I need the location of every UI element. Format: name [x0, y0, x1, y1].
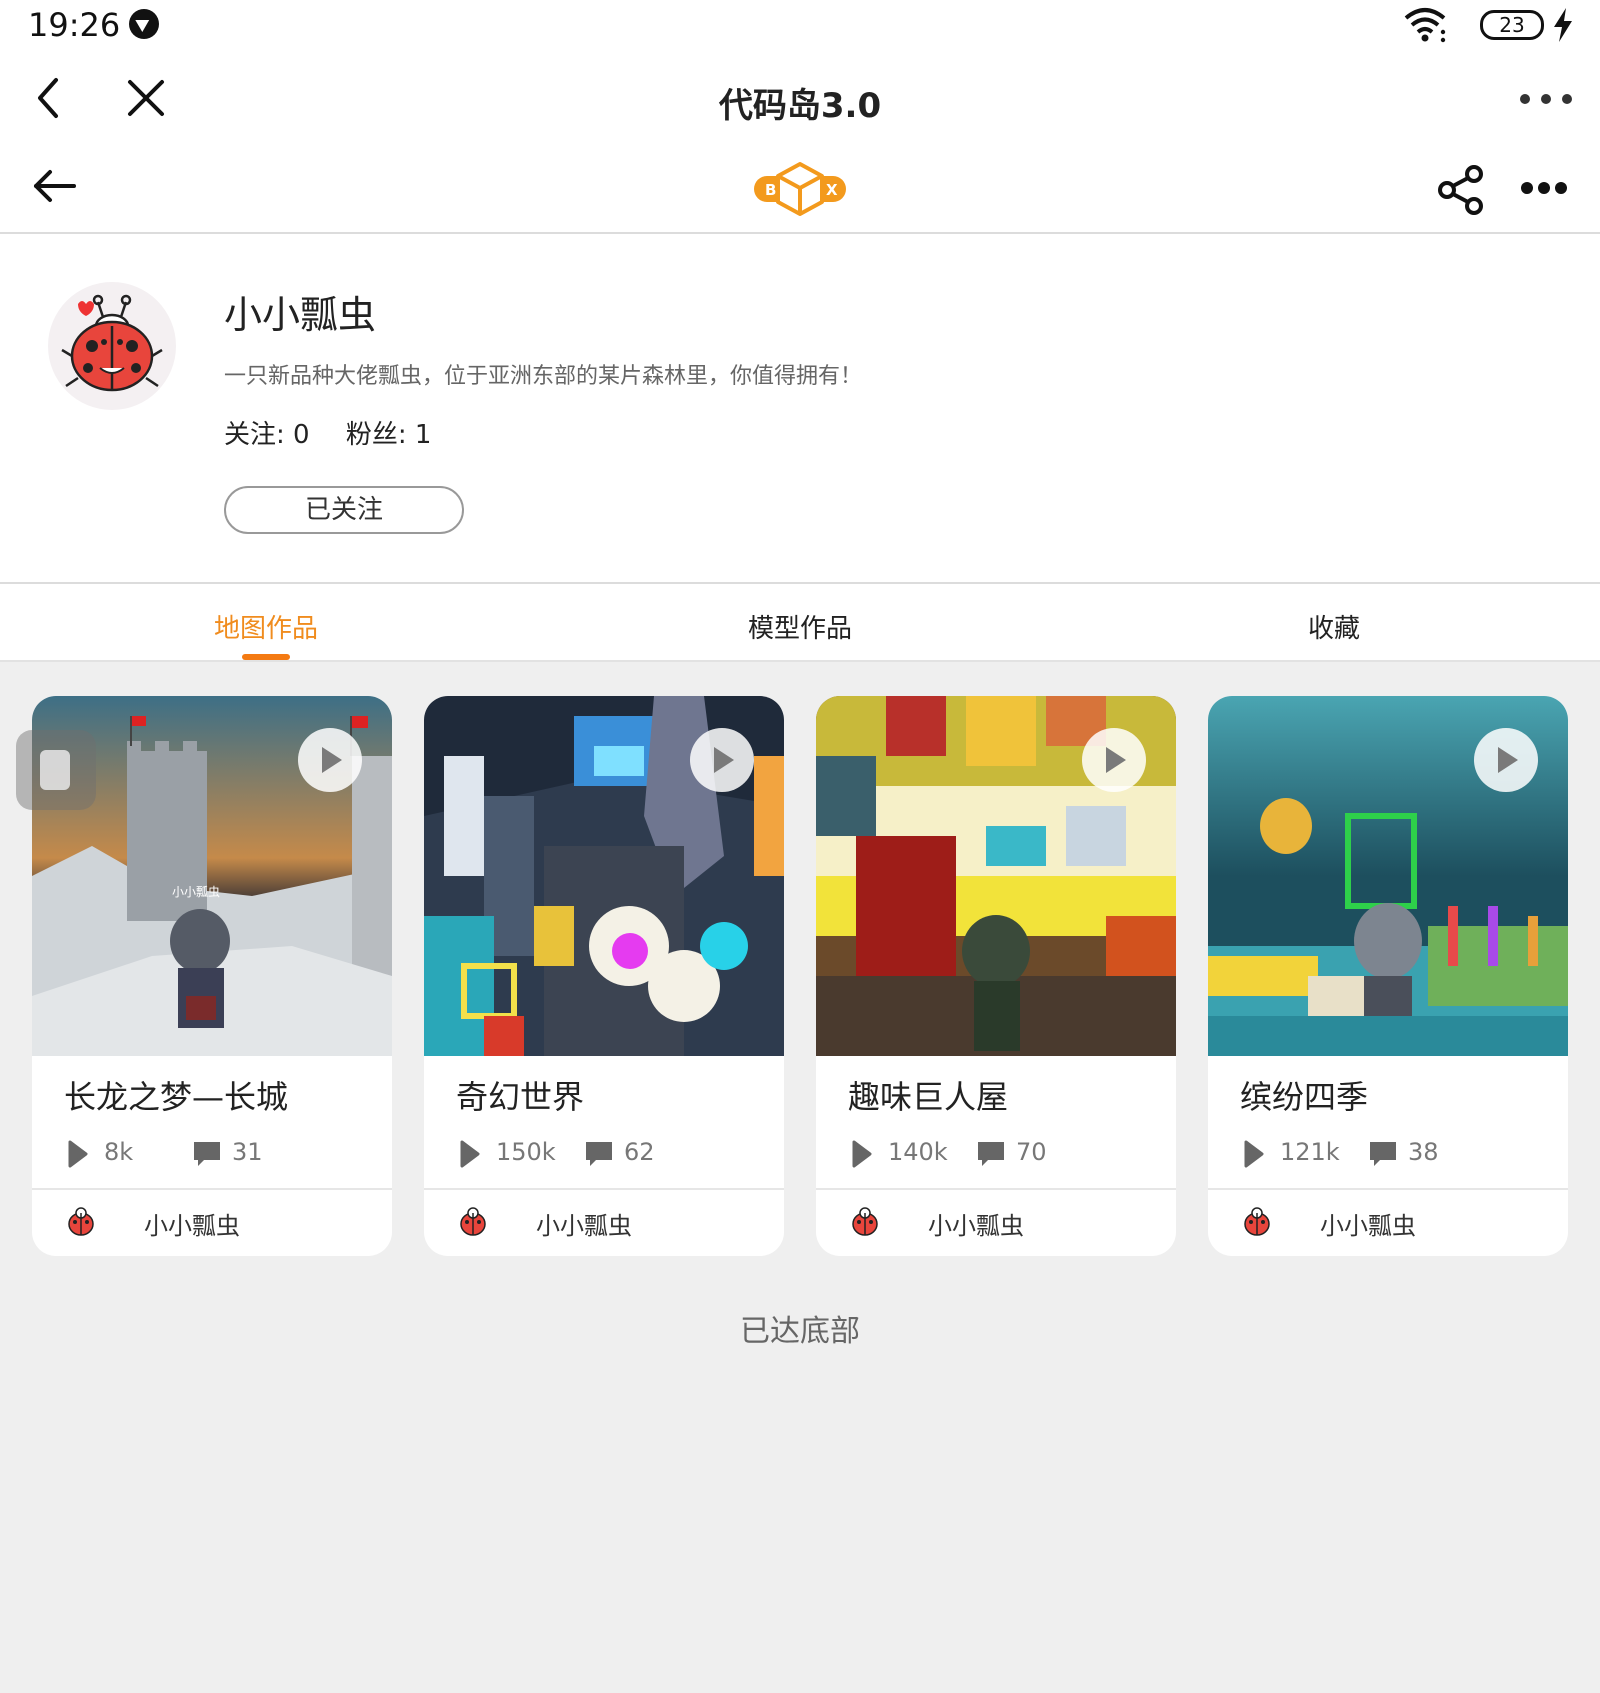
divider — [1208, 1188, 1568, 1190]
author-name: 小小瓢虫 — [928, 1212, 1024, 1240]
divider — [32, 1188, 392, 1190]
card-title: 奇幻世界 — [456, 1078, 585, 1116]
page-title: 代码岛3.0 — [718, 86, 882, 126]
wifi-icon — [1404, 8, 1446, 43]
profile-name: 小小瓢虫 — [224, 293, 377, 337]
tab-model-works[interactable]: 模型作品 — [650, 608, 950, 645]
thumb-player-label: 小小瓢虫 — [172, 885, 220, 899]
comment-icon — [978, 1142, 1004, 1166]
comment-count: 70 — [1016, 1138, 1047, 1166]
view-count: 8k — [104, 1138, 134, 1166]
play-count-icon — [460, 1140, 480, 1168]
follow-button[interactable]: 已关注 — [224, 486, 464, 534]
more-icon[interactable] — [1520, 180, 1568, 196]
author-name: 小小瓢虫 — [536, 1212, 632, 1240]
work-card[interactable]: 缤纷四季 121k 38 小小瓢虫 — [1208, 696, 1568, 1256]
box-logo-icon: B X — [754, 162, 846, 216]
status-bar: 19:26 23 — [0, 0, 1600, 52]
tab-bar: 地图作品 模型作品 收藏 — [0, 582, 1600, 662]
comment-count: 38 — [1408, 1138, 1439, 1166]
more-options-icon[interactable] — [1518, 92, 1574, 106]
profile-stats: 关注: 0 粉丝: 1 — [224, 414, 459, 451]
work-card[interactable]: 趣味巨人屋 140k 70 小小瓢虫 — [816, 696, 1176, 1256]
author-avatar — [460, 1207, 486, 1236]
battery-icon: 23 — [1480, 10, 1544, 40]
svg-text:B: B — [765, 181, 776, 199]
author-name: 小小瓢虫 — [144, 1212, 240, 1240]
play-count-icon — [1244, 1140, 1264, 1168]
play-count-icon — [852, 1140, 872, 1168]
ladybug-icon — [61, 294, 163, 392]
comment-icon — [1370, 1142, 1396, 1166]
play-button-icon[interactable] — [1082, 728, 1146, 792]
share-icon[interactable] — [1436, 164, 1486, 216]
author-name: 小小瓢虫 — [1320, 1212, 1416, 1240]
profile-section: 小小瓢虫 一只新品种大佬瓢虫，位于亚洲东部的某片森林里，你值得拥有！ 关注: 0… — [0, 234, 1600, 582]
navigation-app-icon — [129, 9, 159, 39]
play-button-icon[interactable] — [690, 728, 754, 792]
tab-favorites[interactable]: 收藏 — [1184, 608, 1484, 645]
floating-assist-button[interactable] — [16, 730, 96, 810]
view-count: 150k — [496, 1138, 556, 1166]
comment-icon — [586, 1142, 612, 1166]
author-avatar — [68, 1207, 94, 1236]
comment-count: 62 — [624, 1138, 655, 1166]
profile-bio: 一只新品种大佬瓢虫，位于亚洲东部的某片森林里，你值得拥有！ — [224, 364, 863, 389]
comment-count: 31 — [232, 1138, 263, 1166]
play-count-icon — [68, 1140, 88, 1168]
play-button-icon[interactable] — [298, 728, 362, 792]
author-avatar — [852, 1207, 878, 1236]
comment-icon — [194, 1142, 220, 1166]
charging-icon — [1554, 8, 1572, 42]
card-title: 趣味巨人屋 — [848, 1078, 1009, 1116]
divider — [424, 1188, 784, 1190]
view-count: 121k — [1280, 1138, 1340, 1166]
work-card[interactable]: 奇幻世界 150k 62 小小瓢虫 — [424, 696, 784, 1256]
status-time: 19:26 — [28, 6, 121, 44]
play-button-icon[interactable] — [1474, 728, 1538, 792]
followers-count[interactable]: 粉丝: 1 — [346, 420, 432, 450]
author-avatar — [1244, 1207, 1270, 1236]
title-bar: 代码岛3.0 — [0, 52, 1600, 144]
divider — [816, 1188, 1176, 1190]
avatar — [48, 282, 176, 410]
card-title: 长龙之梦—长城 — [64, 1078, 289, 1116]
svg-text:X: X — [826, 181, 838, 199]
back-arrow-icon[interactable] — [30, 166, 78, 206]
card-title: 缤纷四季 — [1240, 1078, 1369, 1116]
end-of-list-label: 已达底部 — [740, 1314, 860, 1349]
app-header: B X — [0, 144, 1600, 234]
following-count[interactable]: 关注: 0 — [224, 420, 310, 450]
view-count: 140k — [888, 1138, 948, 1166]
active-tab-indicator — [242, 654, 290, 660]
tab-map-works[interactable]: 地图作品 — [116, 608, 416, 645]
